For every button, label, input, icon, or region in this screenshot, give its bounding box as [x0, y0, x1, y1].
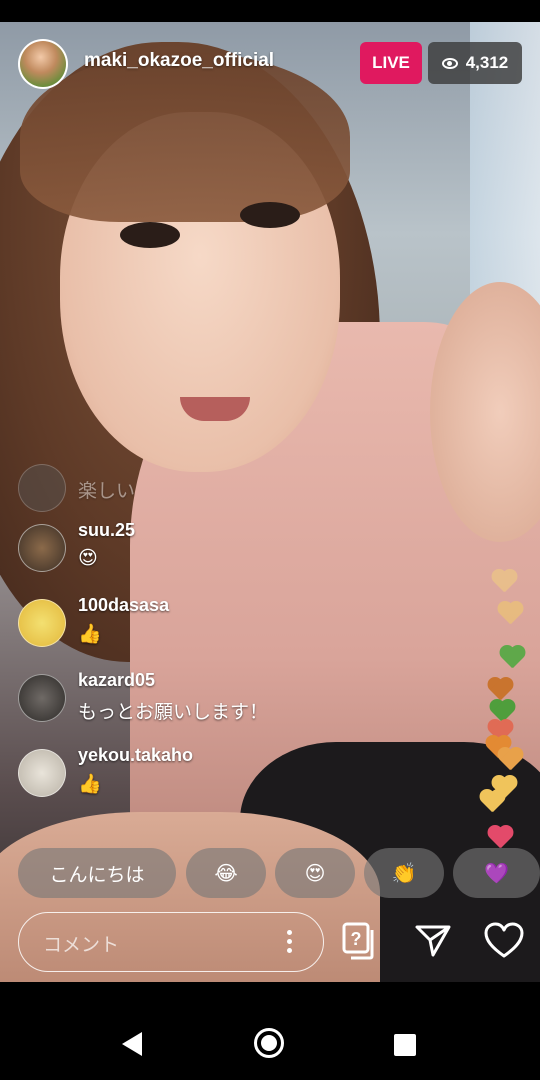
commenter-avatar[interactable]	[18, 749, 66, 797]
back-icon[interactable]	[122, 1032, 142, 1056]
like-button[interactable]	[481, 918, 527, 964]
heart-icon	[488, 826, 514, 850]
host-username[interactable]: maki_okazoe_official	[84, 50, 274, 72]
screen: maki_okazoe_official LIVE 4,312 楽しい suu.…	[0, 0, 540, 1080]
quick-reply-clap[interactable]: 👏	[364, 848, 444, 898]
heart-icon	[480, 790, 506, 814]
comment-item: kazard05 もっとお願いします！	[18, 670, 398, 730]
viewer-count: 4,312	[465, 53, 509, 72]
quick-reply-hello[interactable]: こんにちは	[18, 848, 176, 898]
comment-text: 👍	[78, 773, 102, 795]
commenter-name[interactable]: yekou.takaho	[78, 745, 193, 766]
heart-outline-icon	[484, 922, 524, 958]
recent-apps-icon[interactable]	[394, 1034, 416, 1056]
host-avatar[interactable]	[18, 39, 68, 89]
quick-reply-heart-eyes[interactable]: 😍	[275, 848, 355, 898]
quick-reply-purple-heart[interactable]: 💜	[453, 848, 540, 898]
more-vertical-icon[interactable]	[287, 930, 293, 954]
question-button[interactable]: ?	[337, 918, 383, 964]
heart-icon	[498, 602, 524, 626]
comment-item: 楽しい	[18, 460, 398, 520]
comment-item: suu.25 😍	[18, 520, 398, 580]
comment-placeholder: コメント	[43, 934, 120, 956]
heart-icon	[498, 748, 524, 772]
commenter-name[interactable]: kazard05	[78, 670, 155, 691]
comment-item: 100dasasa 👍	[18, 595, 398, 655]
eye-icon	[441, 57, 458, 69]
viewer-count-badge[interactable]: 4,312	[428, 42, 522, 84]
commenter-name[interactable]: 100dasasa	[78, 595, 169, 616]
commenter-avatar[interactable]	[18, 599, 66, 647]
commenter-name[interactable]: suu.25	[78, 520, 135, 541]
comment-text: 😍	[78, 547, 98, 569]
home-icon[interactable]	[254, 1028, 284, 1058]
system-nav-bar	[0, 984, 540, 1080]
comment-item: yekou.takaho 👍	[18, 745, 398, 805]
comment-text: 👍	[78, 623, 102, 645]
video-subject-eye-right	[240, 202, 300, 228]
live-header: maki_okazoe_official LIVE 4,312	[0, 22, 540, 106]
comment-text: 楽しい	[78, 480, 136, 502]
commenter-avatar[interactable]	[18, 524, 66, 572]
svg-text:?: ?	[351, 929, 362, 949]
live-badge: LIVE	[360, 42, 422, 84]
heart-icon	[500, 646, 526, 670]
quick-reply-laughing[interactable]: 😂	[186, 848, 266, 898]
host-avatar-image	[20, 41, 66, 87]
video-subject-eye-left	[120, 222, 180, 248]
heart-icon	[492, 570, 518, 594]
comment-text: もっとお願いします！	[78, 701, 269, 723]
send-button[interactable]	[410, 918, 456, 964]
floating-hearts	[478, 540, 538, 860]
comment-input[interactable]: コメント	[18, 912, 324, 972]
commenter-avatar[interactable]	[18, 464, 66, 512]
question-cards-icon: ?	[342, 922, 374, 960]
paper-plane-icon	[415, 925, 451, 957]
commenter-avatar[interactable]	[18, 674, 66, 722]
